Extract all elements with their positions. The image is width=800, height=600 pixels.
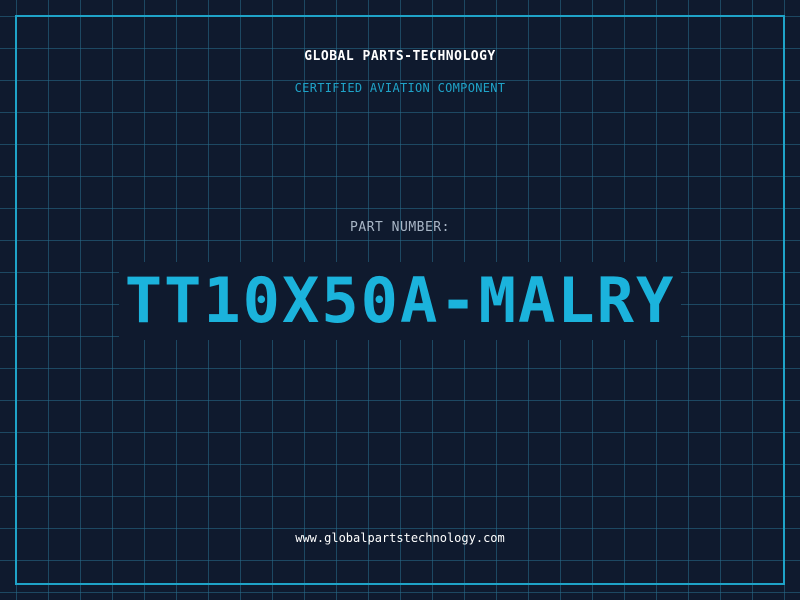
- part-number-label: PART NUMBER:: [350, 220, 450, 235]
- tagline: CERTIFIED AVIATION COMPONENT: [294, 81, 506, 95]
- part-number: TT10X50A-MALRY: [118, 262, 682, 340]
- company-name: GLOBAL PARTS-TECHNOLOGY: [304, 49, 496, 64]
- part-number-container: TT10X50A-MALRY: [0, 262, 800, 340]
- website-url[interactable]: www.globalpartstechnology.com: [0, 531, 800, 545]
